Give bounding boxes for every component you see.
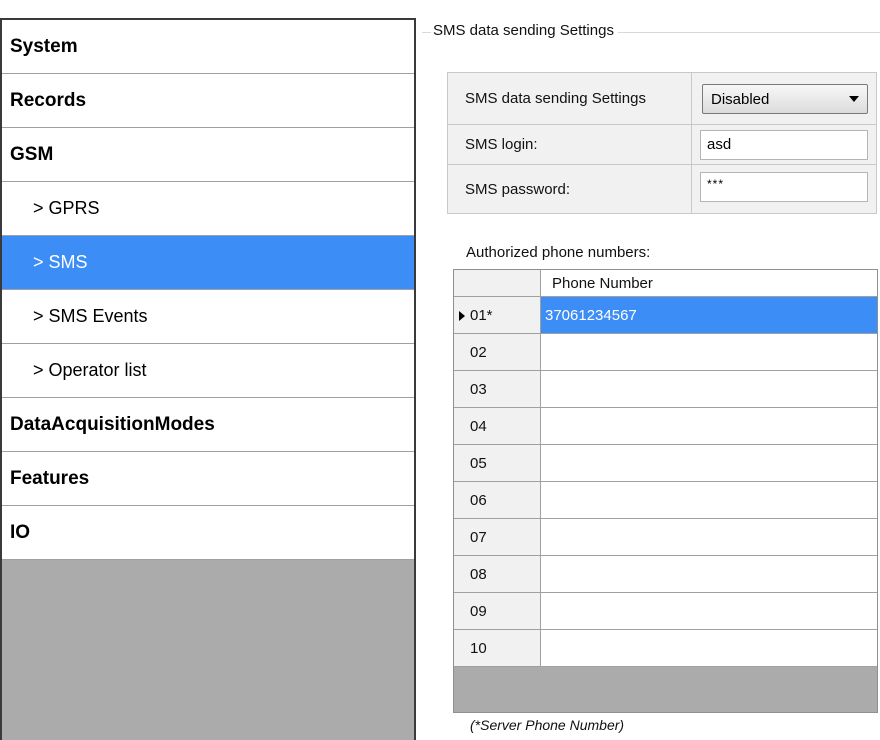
- phone-number-cell[interactable]: 37061234567: [541, 297, 877, 334]
- sending-settings-value: Disabled: [711, 90, 770, 108]
- grid-header-row: Phone Number: [454, 270, 877, 297]
- sms-login-field[interactable]: asd: [700, 130, 868, 160]
- sidebar-navigation: System Records GSM > GPRS > SMS > SMS Ev…: [0, 18, 416, 740]
- sidebar-item-features[interactable]: Features: [2, 452, 414, 506]
- row-header[interactable]: 10: [454, 630, 541, 667]
- row-index: 07: [470, 528, 487, 546]
- current-row-icon: [459, 311, 465, 321]
- server-phone-footnote: (*Server Phone Number): [470, 717, 625, 733]
- grid-corner-header[interactable]: [454, 270, 541, 297]
- phone-number-cell[interactable]: [541, 519, 877, 556]
- sidebar-item-io[interactable]: IO: [2, 506, 414, 560]
- sidebar-item-sms[interactable]: > SMS: [2, 236, 414, 290]
- phone-number-cell[interactable]: [541, 445, 877, 482]
- table-row: 03: [454, 371, 877, 408]
- table-row: 02: [454, 334, 877, 371]
- groupbox-title: SMS data sending Settings: [431, 22, 618, 39]
- row-header[interactable]: 09: [454, 593, 541, 630]
- chevron-down-icon: [849, 96, 859, 102]
- table-row: 08: [454, 556, 877, 593]
- sidebar-item-gsm[interactable]: GSM: [2, 128, 414, 182]
- row-index: 06: [470, 491, 487, 509]
- row-header[interactable]: 03: [454, 371, 541, 408]
- phone-number-cell[interactable]: [541, 371, 877, 408]
- row-header[interactable]: 07: [454, 519, 541, 556]
- row-index: 08: [470, 565, 487, 583]
- row-header[interactable]: 01*: [454, 297, 541, 334]
- row-header[interactable]: 04: [454, 408, 541, 445]
- table-row: 04: [454, 408, 877, 445]
- sidebar-item-records[interactable]: Records: [2, 74, 414, 128]
- row-header[interactable]: 08: [454, 556, 541, 593]
- authorized-numbers-label: Authorized phone numbers:: [466, 244, 651, 261]
- sidebar-item-gprs[interactable]: > GPRS: [2, 182, 414, 236]
- row-index: 10: [470, 639, 487, 657]
- row-index: 01*: [470, 306, 493, 324]
- sms-settings-window: System Records GSM > GPRS > SMS > SMS Ev…: [0, 0, 880, 740]
- sms-login-label: SMS login:: [448, 125, 692, 164]
- row-header[interactable]: 06: [454, 482, 541, 519]
- settings-row-sending: SMS data sending Settings Disabled: [448, 73, 876, 125]
- table-row: 09: [454, 593, 877, 630]
- sidebar-item-system[interactable]: System: [2, 20, 414, 74]
- table-row: 07: [454, 519, 877, 556]
- phone-numbers-grid: Phone Number 01* 37061234567 02 03 04 05…: [453, 269, 878, 713]
- table-row: 10: [454, 630, 877, 667]
- row-index: 09: [470, 602, 487, 620]
- phone-number-cell[interactable]: [541, 556, 877, 593]
- sms-password-field[interactable]: ***: [700, 172, 868, 202]
- row-index: 04: [470, 417, 487, 435]
- sending-settings-dropdown[interactable]: Disabled: [702, 84, 868, 114]
- sidebar-item-sms-events[interactable]: > SMS Events: [2, 290, 414, 344]
- settings-row-login: SMS login: asd: [448, 125, 876, 165]
- sms-password-cell: ***: [692, 165, 876, 213]
- phone-number-cell[interactable]: [541, 408, 877, 445]
- phone-number-cell[interactable]: [541, 482, 877, 519]
- phone-number-cell[interactable]: [541, 630, 877, 667]
- sidebar-item-operator-list[interactable]: > Operator list: [2, 344, 414, 398]
- sms-settings-table: SMS data sending Settings Disabled SMS l…: [447, 72, 877, 214]
- phone-number-cell[interactable]: [541, 593, 877, 630]
- row-header[interactable]: 05: [454, 445, 541, 482]
- sending-settings-cell: Disabled: [692, 73, 876, 124]
- phone-number-cell[interactable]: [541, 334, 877, 371]
- sms-password-label: SMS password:: [448, 165, 692, 213]
- sms-login-cell: asd: [692, 125, 876, 164]
- row-index: 02: [470, 343, 487, 361]
- sidebar-item-data-acquisition-modes[interactable]: DataAcquisitionModes: [2, 398, 414, 452]
- table-row: 05: [454, 445, 877, 482]
- row-header[interactable]: 02: [454, 334, 541, 371]
- sending-settings-label: SMS data sending Settings: [448, 73, 692, 124]
- table-row: 01* 37061234567: [454, 297, 877, 334]
- row-index: 05: [470, 454, 487, 472]
- row-index: 03: [470, 380, 487, 398]
- settings-row-password: SMS password: ***: [448, 165, 876, 213]
- table-row: 06: [454, 482, 877, 519]
- column-header-phone-number[interactable]: Phone Number: [541, 270, 877, 297]
